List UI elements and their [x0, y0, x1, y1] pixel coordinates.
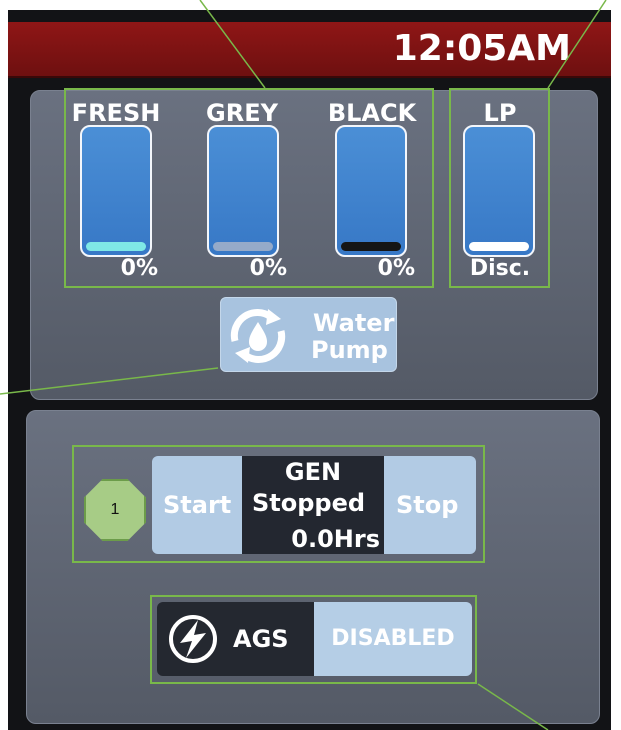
lp-callout-line [547, 0, 607, 89]
tank-callout-line [199, 0, 266, 89]
ags-callout-line [477, 683, 549, 730]
annotation-lines [0, 0, 607, 730]
pump-callout-line [0, 367, 219, 395]
